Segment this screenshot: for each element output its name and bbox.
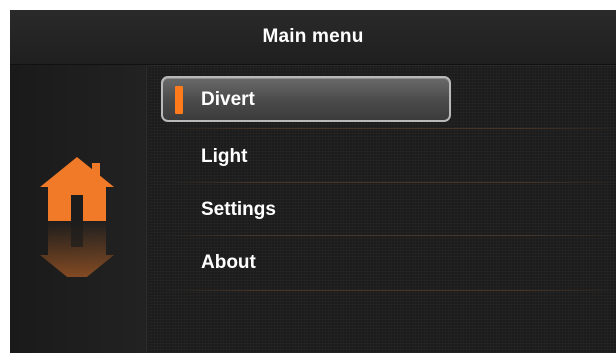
menu-item-label: Settings bbox=[201, 199, 276, 220]
device-screen: Main menu Divert Light Settings About bbox=[10, 10, 616, 353]
menu-item-divert[interactable]: Divert bbox=[161, 76, 451, 122]
divider bbox=[161, 128, 616, 129]
divider bbox=[161, 182, 616, 183]
divider bbox=[161, 290, 616, 291]
menu-item-label: Light bbox=[201, 146, 248, 167]
menu-item-label: Divert bbox=[201, 89, 255, 110]
menu-item-light[interactable]: Light bbox=[161, 134, 451, 180]
sidebar bbox=[10, 65, 147, 353]
divider bbox=[161, 235, 616, 236]
home-icon bbox=[40, 157, 114, 277]
menu-item-about[interactable]: About bbox=[161, 240, 451, 286]
menu-item-label: About bbox=[201, 252, 256, 273]
selection-marker bbox=[175, 86, 183, 114]
page-title: Main menu bbox=[262, 26, 364, 47]
menu-item-settings[interactable]: Settings bbox=[161, 187, 451, 233]
header-bar: Main menu bbox=[10, 10, 616, 65]
